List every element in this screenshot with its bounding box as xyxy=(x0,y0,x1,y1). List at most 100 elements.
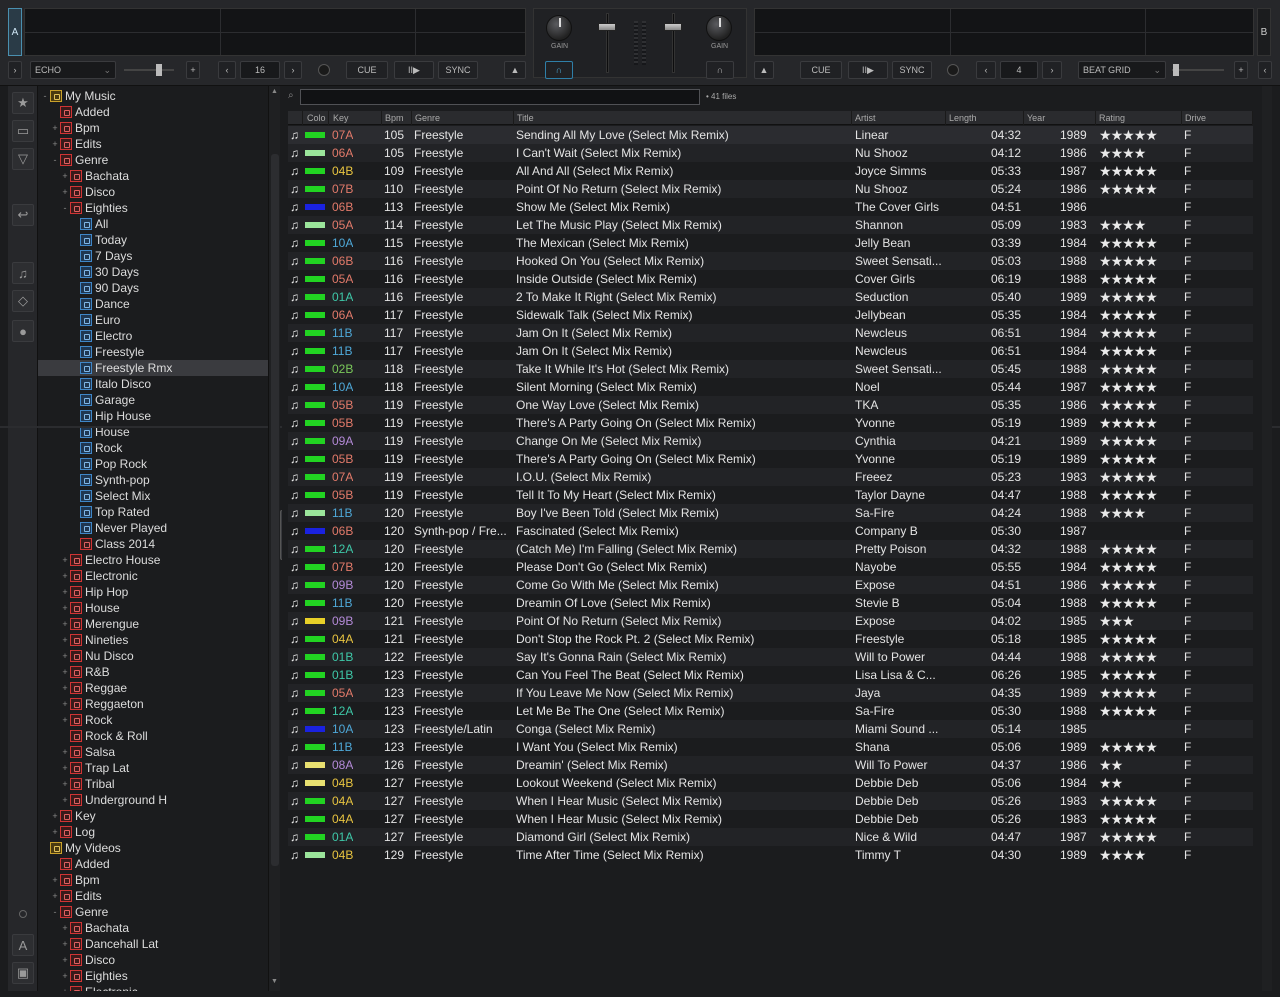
star-icon[interactable]: ★ xyxy=(1111,343,1124,359)
star-icon[interactable]: ★ xyxy=(1122,559,1135,575)
star-icon[interactable]: ★ xyxy=(1099,127,1112,143)
star-icon[interactable]: ★ xyxy=(12,92,34,114)
tree-item[interactable]: + Bpm xyxy=(50,872,99,888)
rating-stars[interactable]: ★★★★★ xyxy=(1099,234,1158,252)
star-icon[interactable]: ★ xyxy=(1111,559,1124,575)
filter-icon[interactable]: ▽ xyxy=(12,148,34,170)
star-icon[interactable]: ★ xyxy=(1145,469,1158,485)
rating-stars[interactable]: ★★★★★ xyxy=(1099,432,1158,450)
expand-toggle-icon[interactable]: + xyxy=(60,616,70,632)
music-note-icon[interactable]: ♫ xyxy=(12,262,34,284)
star-icon[interactable]: ★ xyxy=(1111,505,1124,521)
rating-stars[interactable]: ★★★★★ xyxy=(1099,702,1158,720)
star-icon[interactable]: ★ xyxy=(1099,307,1112,323)
star-icon[interactable]: ★ xyxy=(1099,559,1112,575)
tree-item[interactable]: - Genre xyxy=(50,904,109,920)
tree-item[interactable]: + Log xyxy=(50,824,95,840)
star-icon[interactable]: ★ xyxy=(1099,757,1112,773)
rating-stars[interactable]: ★★★★★ xyxy=(1099,342,1158,360)
rating-stars[interactable]: ★★★★ xyxy=(1099,216,1147,234)
rating-stars[interactable]: ★★★★★ xyxy=(1099,324,1158,342)
table-row[interactable]: ♫ 10A 118 Freestyle Silent Morning (Select M… xyxy=(288,378,1253,396)
star-icon[interactable]: ★ xyxy=(1099,397,1112,413)
star-icon[interactable]: ★ xyxy=(1134,217,1147,233)
star-icon[interactable]: ★ xyxy=(1111,451,1124,467)
star-icon[interactable]: ★ xyxy=(1111,757,1124,773)
star-icon[interactable]: ★ xyxy=(1134,469,1147,485)
scrollbar-thumb[interactable] xyxy=(271,154,279,866)
deck-a-selector[interactable]: A xyxy=(8,8,22,56)
star-icon[interactable]: ★ xyxy=(1111,415,1124,431)
star-icon[interactable]: ★ xyxy=(1099,649,1112,665)
star-icon[interactable]: ★ xyxy=(1145,415,1158,431)
star-icon[interactable]: ★ xyxy=(1111,541,1124,557)
star-icon[interactable]: ★ xyxy=(1145,595,1158,611)
rating-stars[interactable]: ★★★★★ xyxy=(1099,576,1158,594)
star-icon[interactable]: ★ xyxy=(1134,235,1147,251)
star-icon[interactable]: ★ xyxy=(1134,793,1147,809)
tree-item[interactable]: + Eighties xyxy=(60,968,127,984)
expand-toggle-icon[interactable]: + xyxy=(50,824,60,840)
star-icon[interactable]: ★ xyxy=(1122,829,1135,845)
star-icon[interactable]: ★ xyxy=(1122,811,1135,827)
tree-item[interactable]: Added xyxy=(50,104,110,120)
star-icon[interactable]: ★ xyxy=(1134,685,1147,701)
expand-toggle-icon[interactable]: + xyxy=(60,776,70,792)
star-icon[interactable]: ★ xyxy=(1111,289,1124,305)
star-icon[interactable]: ★ xyxy=(1099,163,1112,179)
star-icon[interactable]: ★ xyxy=(1122,361,1135,377)
star-icon[interactable]: ★ xyxy=(1111,649,1124,665)
star-icon[interactable]: ★ xyxy=(1099,739,1112,755)
folder-add-icon[interactable]: ▭ xyxy=(12,120,34,142)
star-icon[interactable]: ★ xyxy=(1111,253,1124,269)
tree-item[interactable]: + Nineties xyxy=(60,632,128,648)
star-icon[interactable]: ★ xyxy=(1122,127,1135,143)
star-icon[interactable]: ★ xyxy=(1134,271,1147,287)
tree-item[interactable]: + Edits xyxy=(50,888,101,904)
table-row[interactable]: ♫ 11B 123 Freestyle I Want You (Select Mix R… xyxy=(288,738,1253,756)
star-icon[interactable]: ★ xyxy=(1122,631,1135,647)
table-row[interactable]: ♫ 05A 116 Freestyle Inside Outside (Select M… xyxy=(288,270,1253,288)
star-icon[interactable]: ★ xyxy=(1134,487,1147,503)
star-icon[interactable]: ★ xyxy=(1122,649,1135,665)
tree-item[interactable]: + Tribal xyxy=(60,776,114,792)
star-icon[interactable]: ★ xyxy=(1134,415,1147,431)
star-icon[interactable]: ★ xyxy=(1122,685,1135,701)
col-color-header[interactable]: Colo xyxy=(304,111,329,125)
table-row[interactable]: ♫ 01A 127 Freestyle Diamond Girl (Select Mix… xyxy=(288,828,1253,846)
tree-item[interactable]: + Bachata xyxy=(60,168,129,184)
star-icon[interactable]: ★ xyxy=(1111,775,1124,791)
deck-b-effect-select[interactable]: BEAT GRID ⌄ xyxy=(1078,61,1166,79)
star-icon[interactable]: ★ xyxy=(1111,685,1124,701)
star-icon[interactable]: ★ xyxy=(1111,235,1124,251)
star-icon[interactable]: ★ xyxy=(1134,667,1147,683)
tree-item[interactable]: + Underground H xyxy=(60,792,167,808)
headphone-a-icon[interactable]: ∩ xyxy=(545,61,573,79)
slider-handle[interactable] xyxy=(1173,64,1179,76)
star-icon[interactable]: ★ xyxy=(1145,433,1158,449)
deck-b-loop-toggle[interactable] xyxy=(947,64,959,76)
col-length-header[interactable]: Length xyxy=(946,111,1024,125)
star-icon[interactable]: ★ xyxy=(1134,451,1147,467)
table-row[interactable]: ♫ 09B 120 Freestyle Come Go With Me (Select … xyxy=(288,576,1253,594)
table-row[interactable]: ♫ 09A 119 Freestyle Change On Me (Select Mix… xyxy=(288,432,1253,450)
rating-stars[interactable]: ★★★★★ xyxy=(1099,630,1158,648)
deck-b-effect-add-button[interactable]: + xyxy=(1234,61,1248,79)
star-icon[interactable]: ★ xyxy=(1145,811,1158,827)
star-icon[interactable]: ★ xyxy=(1134,577,1147,593)
star-icon[interactable]: ★ xyxy=(1099,811,1112,827)
star-icon[interactable]: ★ xyxy=(1111,595,1124,611)
tree-item[interactable]: - Genre xyxy=(50,152,109,168)
star-icon[interactable]: ★ xyxy=(1122,271,1135,287)
tree-item[interactable]: Never Played xyxy=(70,520,167,536)
slider-handle[interactable] xyxy=(156,64,162,76)
star-icon[interactable]: ★ xyxy=(1145,325,1158,341)
back-icon[interactable]: ↩ xyxy=(12,204,34,226)
expand-toggle-icon[interactable]: + xyxy=(60,568,70,584)
expand-toggle-icon[interactable]: + xyxy=(60,936,70,952)
rating-stars[interactable]: ★★★★★ xyxy=(1099,270,1158,288)
expand-toggle-icon[interactable]: + xyxy=(60,648,70,664)
star-icon[interactable]: ★ xyxy=(1111,847,1124,863)
table-row[interactable]: ♫ 04A 121 Freestyle Don't Stop the Rock Pt. … xyxy=(288,630,1253,648)
expand-toggle-icon[interactable]: + xyxy=(60,696,70,712)
